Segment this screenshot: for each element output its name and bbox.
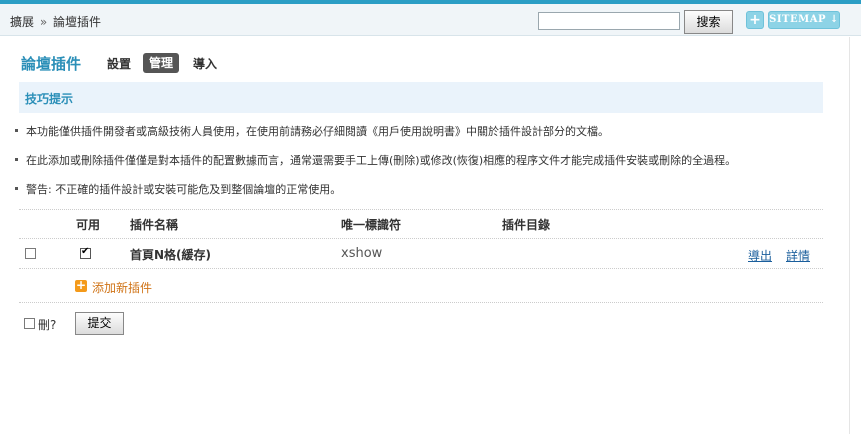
page-title: 論壇插件 bbox=[21, 55, 82, 73]
tips-title: 技巧提示 bbox=[25, 92, 74, 106]
plugin-identifier: xshow bbox=[341, 246, 383, 261]
column-header-directory: 插件目錄 bbox=[502, 218, 551, 232]
column-header-name: 插件名稱 bbox=[130, 218, 179, 232]
search-input[interactable] bbox=[538, 12, 680, 30]
tab-settings[interactable]: 設置 bbox=[107, 55, 131, 72]
breadcrumb: 擴展 » 論壇插件 bbox=[10, 13, 101, 30]
tip-item: 本功能僅供插件開發者或高級技術人員使用，在使用前請務必仔細閱讀《用戶使用說明書》… bbox=[15, 125, 609, 138]
row-select-checkbox[interactable] bbox=[25, 248, 36, 259]
tab-import[interactable]: 導入 bbox=[193, 55, 217, 72]
breadcrumb-separator: » bbox=[39, 15, 48, 29]
table-divider bbox=[19, 302, 823, 303]
delete-checkbox[interactable] bbox=[24, 318, 35, 329]
breadcrumb-item-current: 論壇插件 bbox=[53, 15, 102, 29]
sitemap-button[interactable]: SITEMAP ↓ bbox=[768, 11, 840, 29]
table-divider bbox=[19, 268, 823, 269]
scrollbar-track[interactable] bbox=[849, 37, 861, 434]
table-divider bbox=[19, 238, 823, 239]
breadcrumb-item-extend[interactable]: 擴展 bbox=[10, 15, 34, 29]
submit-button[interactable]: 提交 bbox=[75, 312, 124, 335]
details-link[interactable]: 詳情 bbox=[786, 247, 810, 264]
tips-box: 技巧提示 bbox=[19, 82, 823, 113]
column-header-id: 唯一標識符 bbox=[341, 218, 402, 232]
search-button[interactable]: 搜索 bbox=[684, 10, 733, 34]
delete-label: 刪? bbox=[38, 318, 57, 332]
export-link[interactable]: 導出 bbox=[748, 247, 772, 264]
table-divider bbox=[19, 209, 823, 210]
top-bar: 擴展 » 論壇插件 搜索 + SITEMAP ↓ bbox=[0, 4, 861, 36]
add-icon[interactable]: + bbox=[75, 279, 87, 292]
add-plugin-link[interactable]: 添加新插件 bbox=[92, 279, 152, 296]
plugin-name: 首頁N格(緩存) bbox=[130, 248, 212, 262]
tip-item: 在此添加或刪除插件僅僅是對本插件的配置數據而言，通常還需要手工上傳(刪除)或修改… bbox=[14, 154, 737, 167]
tab-manage[interactable]: 管理 bbox=[143, 53, 180, 73]
tip-item: 警告: 不正確的插件設計或安裝可能危及到整個論壇的正常使用。 bbox=[14, 183, 342, 196]
column-header-enable: 可用 bbox=[76, 218, 101, 232]
add-shortcut-button[interactable]: + bbox=[746, 11, 764, 29]
enable-checkbox[interactable] bbox=[80, 246, 91, 259]
